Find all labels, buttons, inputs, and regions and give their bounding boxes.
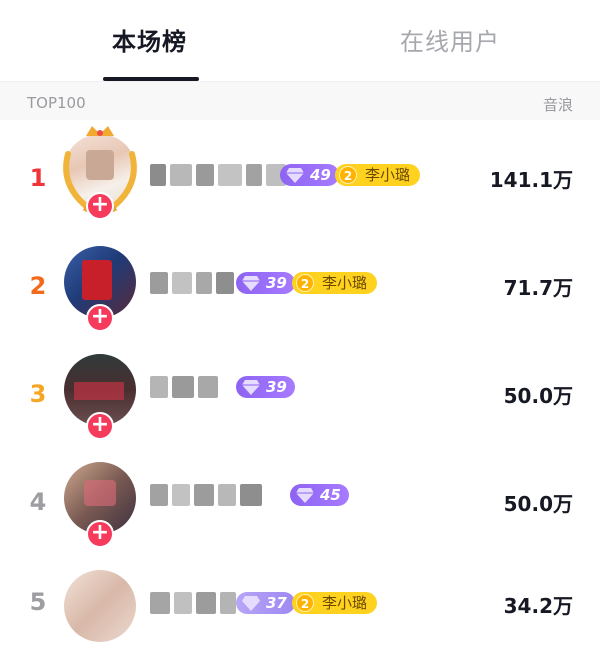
sound-wave-value: 34.2万 <box>503 594 573 618</box>
fan-club-level: 2 <box>296 274 314 292</box>
sound-wave-value: 71.7万 <box>503 275 573 300</box>
follow-plus-icon[interactable]: + <box>86 520 114 548</box>
rank-number: 5 <box>29 588 47 616</box>
gem-icon <box>296 488 314 503</box>
ranking-row[interactable]: 4 + 45 50.0万 <box>0 448 600 556</box>
rank-number: 4 <box>29 488 47 516</box>
gem-icon <box>242 276 260 291</box>
level-number: 49 <box>310 166 331 184</box>
rank-number: 3 <box>29 380 47 408</box>
level-number: 39 <box>266 378 287 396</box>
sound-wave-value: 50.0万 <box>503 491 573 516</box>
level-badge: 39 <box>236 376 295 398</box>
follow-plus-icon[interactable]: + <box>86 412 114 440</box>
level-number: 39 <box>266 274 287 292</box>
tab-bar: 本场榜 在线用户 <box>0 0 600 82</box>
follow-plus-icon[interactable]: + <box>86 192 114 220</box>
active-tab-indicator <box>103 77 199 81</box>
level-badge: 45 <box>290 484 349 506</box>
ranking-row[interactable]: 3 + 39 50.0万 <box>0 340 600 448</box>
level-number: 45 <box>320 486 341 504</box>
level-number: 37 <box>266 594 287 612</box>
fan-club-badge: 2 李小璐 <box>292 592 378 614</box>
avatar-image <box>64 570 136 642</box>
avatar[interactable]: + <box>64 246 136 332</box>
level-badge: 49 <box>280 164 339 186</box>
tab-online-users[interactable]: 在线用户 <box>400 22 500 57</box>
sound-wave-label: 音浪 <box>542 96 573 114</box>
username-blurred <box>150 484 262 506</box>
avatar[interactable]: + <box>64 462 136 548</box>
rank-number: 2 <box>29 272 47 300</box>
username-blurred <box>150 164 286 186</box>
rank-number: 1 <box>29 164 47 192</box>
ranking-row[interactable]: 5 37 2 李小璐 34.2万 <box>0 556 600 664</box>
fan-club-level: 2 <box>296 594 314 612</box>
sound-wave-value: 50.0万 <box>503 383 573 408</box>
avatar[interactable]: + <box>63 126 137 220</box>
fan-club-name: 李小璐 <box>365 166 411 184</box>
avatar[interactable]: + <box>64 354 136 440</box>
gem-icon <box>286 168 304 183</box>
fan-club-name: 李小璐 <box>322 274 368 292</box>
fan-club-badge: 2 李小璐 <box>292 272 378 294</box>
sound-wave-value: 141.1万 <box>489 167 573 192</box>
top100-label: TOP100 <box>27 94 86 112</box>
gem-icon <box>242 596 260 611</box>
ranking-row[interactable]: 1 + 49 2 李小璐 141.1万 <box>0 124 600 232</box>
ranking-row[interactable]: 2 + 39 2 李小璐 71.7万 <box>0 232 600 340</box>
username-blurred <box>150 272 234 294</box>
avatar[interactable] <box>64 570 136 642</box>
username-blurred <box>150 376 218 398</box>
username-blurred <box>150 592 236 614</box>
fan-club-name: 李小璐 <box>322 594 368 612</box>
level-badge: 37 <box>236 592 295 614</box>
fan-club-level: 2 <box>339 166 357 184</box>
follow-plus-icon[interactable]: + <box>86 304 114 332</box>
level-badge: 39 <box>236 272 295 294</box>
gem-icon <box>242 380 260 395</box>
list-header: TOP100 音浪 <box>0 82 600 120</box>
fan-club-badge: 2 李小璐 <box>335 164 421 186</box>
tab-this-session[interactable]: 本场榜 <box>112 22 187 57</box>
